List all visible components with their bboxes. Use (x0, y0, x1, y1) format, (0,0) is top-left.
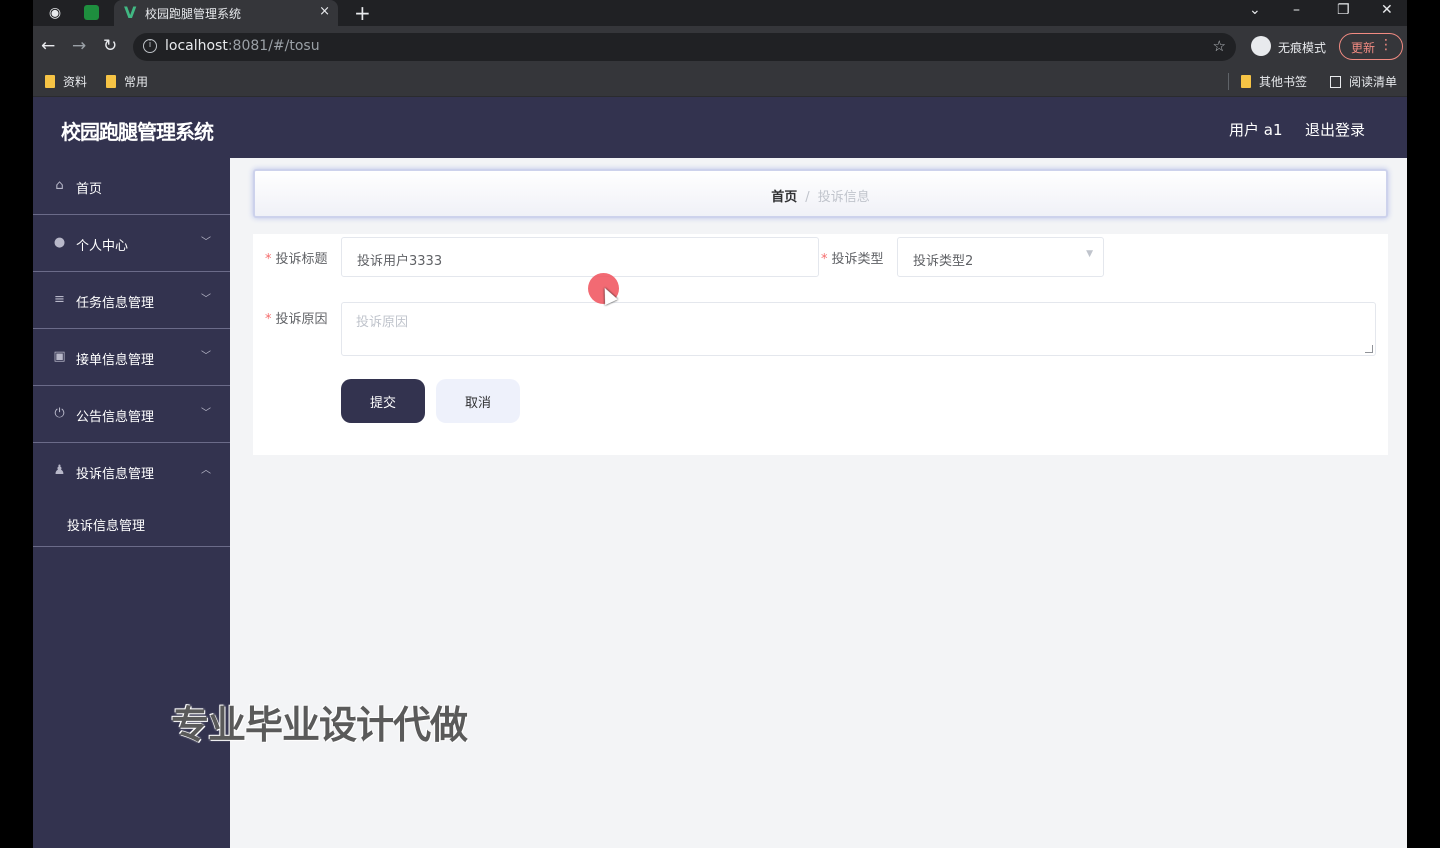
reload-icon[interactable]: ↻ (103, 36, 117, 56)
title-input-value: 投诉用户3333 (357, 254, 443, 269)
chevron-down-icon: ﹀ (201, 408, 211, 419)
back-icon[interactable]: ← (41, 36, 55, 56)
reason-label: * 投诉原因 (265, 308, 328, 327)
sidebar-item-profile[interactable]: ● 个人中心 ﹀ (33, 215, 230, 272)
new-tab-button[interactable]: + (354, 1, 371, 25)
url-text[interactable]: localhost:8081/#/tosu (165, 38, 320, 54)
sidebar-item-complaints[interactable]: ♟ 投诉信息管理 ︿ (33, 443, 230, 500)
submit-label: 提交 (369, 395, 396, 410)
other-bookmarks-label: 其他书签 (1259, 75, 1308, 89)
type-select[interactable]: 投诉类型2 ▼ (897, 237, 1104, 277)
vue-favicon-icon: V (124, 3, 137, 22)
update-button[interactable]: 更新 ⋮ (1339, 33, 1403, 60)
title-input[interactable]: 投诉用户3333 (341, 237, 819, 277)
sidebar-item-label: 任务信息管理 (76, 296, 155, 311)
sidebar-item-home[interactable]: ⌂ 首页 (33, 158, 230, 215)
chevron-up-icon: ︿ (201, 465, 211, 476)
restore-icon[interactable]: ❐ (1337, 2, 1350, 18)
bookmark-divider (1228, 73, 1229, 90)
app-title: 校园跑腿管理系统 (61, 120, 214, 144)
tab-strip: ◉ V 校园跑腿管理系统 × + ⌄ – ❐ ✕ (33, 0, 1407, 26)
sidebar-item-orders[interactable]: ▣ 接单信息管理 ﹀ (33, 329, 230, 386)
logout-link[interactable]: 退出登录 (1305, 119, 1365, 140)
cancel-label: 取消 (464, 395, 491, 410)
minimize-icon[interactable]: – (1293, 2, 1300, 18)
tab-search-icon[interactable]: ⌄ (1249, 2, 1261, 18)
breadcrumb-separator: / (805, 190, 810, 205)
sheet-app-icon[interactable] (84, 5, 99, 20)
folder-icon (1241, 75, 1251, 88)
chevron-down-icon: ﹀ (201, 237, 211, 248)
reason-placeholder: 投诉原因 (356, 315, 409, 330)
incognito-icon[interactable] (1251, 36, 1271, 56)
current-user: 用户 a1 (1229, 121, 1283, 139)
cancel-button[interactable]: 取消 (436, 379, 520, 423)
power-icon: ⏻ (54, 406, 65, 421)
reason-textarea[interactable]: 投诉原因 (341, 302, 1376, 356)
incognito-label[interactable]: 无痕模式 (1278, 39, 1326, 56)
user-icon: ● (53, 235, 66, 250)
reading-list-label: 阅读清单 (1349, 75, 1398, 89)
reason-label-text: 投诉原因 (275, 312, 328, 327)
bookmark-folder-ziliao[interactable]: 资料 (45, 73, 87, 90)
title-label-text: 投诉标题 (275, 252, 328, 267)
breadcrumb: 首页 / 投诉信息 (253, 169, 1388, 218)
sidebar-item-tasks[interactable]: ≡ 任务信息管理 ﹀ (33, 272, 230, 329)
required-mark: * (265, 312, 272, 327)
bookmark-star-icon[interactable]: ☆ (1213, 37, 1226, 55)
title-label: * 投诉标题 (265, 248, 328, 267)
type-label-text: 投诉类型 (831, 252, 884, 267)
folder-icon (106, 75, 116, 88)
chevron-down-icon: ﹀ (201, 351, 211, 362)
submenu-item-complaints[interactable]: 投诉信息管理 (33, 498, 230, 547)
url-host: localhost (165, 38, 228, 54)
tab-active[interactable]: V 校园跑腿管理系统 × (114, 0, 338, 26)
clipboard-icon: ▣ (53, 349, 66, 364)
update-label: 更新 (1351, 41, 1376, 55)
breadcrumb-current: 投诉信息 (817, 190, 870, 205)
chevron-down-icon: ﹀ (201, 294, 211, 305)
sidebar-item-label: 个人中心 (76, 239, 129, 254)
type-select-value: 投诉类型2 (913, 254, 974, 269)
window-close-icon[interactable]: ✕ (1381, 2, 1393, 18)
sidebar-item-label: 接单信息管理 (76, 353, 155, 368)
browser-window: ◉ V 校园跑腿管理系统 × + ⌄ – ❐ ✕ ← → ↻ i localho… (33, 0, 1407, 848)
forward-icon[interactable]: → (72, 36, 86, 56)
bookmark-label: 资料 (63, 75, 88, 89)
sliders-icon: ≡ (54, 292, 65, 307)
person-icon: ♟ (53, 463, 66, 478)
folder-icon (45, 75, 55, 88)
chevron-down-icon: ▼ (1086, 249, 1093, 259)
required-mark: * (265, 252, 272, 267)
bookmarks-bar: 资料 常用 其他书签 阅读清单 (33, 66, 1407, 97)
submenu-item-label: 投诉信息管理 (67, 519, 146, 534)
required-mark: * (821, 252, 828, 267)
tab-close-icon[interactable]: × (319, 4, 330, 19)
address-bar[interactable]: i localhost:8081/#/tosu ☆ (133, 33, 1236, 61)
reading-list[interactable]: 阅读清单 (1330, 73, 1397, 90)
browser-logo-icon: ◉ (48, 5, 62, 21)
home-icon: ⌂ (55, 178, 64, 193)
sidebar-item-label: 投诉信息管理 (76, 467, 155, 482)
url-path: :8081/#/tosu (227, 38, 320, 54)
type-label: * 投诉类型 (821, 248, 884, 267)
sidebar-item-notices[interactable]: ⏻ 公告信息管理 ﹀ (33, 386, 230, 443)
sidebar-item-label: 首页 (76, 182, 103, 197)
sidebar-item-label: 公告信息管理 (76, 410, 155, 425)
menu-dots-icon[interactable]: ⋮ (1379, 37, 1393, 53)
reading-list-icon (1330, 76, 1341, 88)
other-bookmarks[interactable]: 其他书签 (1241, 73, 1307, 90)
browser-toolbar: ← → ↻ i localhost:8081/#/tosu ☆ 无痕模式 更新 … (33, 26, 1407, 66)
watermark-text: 专业毕业设计代做 (171, 703, 468, 747)
bookmark-folder-changyong[interactable]: 常用 (106, 73, 148, 90)
bookmark-label: 常用 (124, 75, 149, 89)
breadcrumb-home[interactable]: 首页 (771, 190, 797, 205)
resize-handle-icon[interactable] (1365, 345, 1373, 353)
submit-button[interactable]: 提交 (341, 379, 425, 423)
app-header: 校园跑腿管理系统 用户 a1 退出登录 (33, 97, 1407, 158)
breadcrumb-text: 首页 / 投诉信息 (255, 186, 1386, 205)
tab-title: 校园跑腿管理系统 (145, 7, 242, 21)
site-info-icon[interactable]: i (143, 39, 157, 53)
complaint-form: * 投诉标题 投诉用户3333 * 投诉类型 投诉类型2 ▼ * 投诉原因 投诉原因 … (253, 234, 1388, 455)
